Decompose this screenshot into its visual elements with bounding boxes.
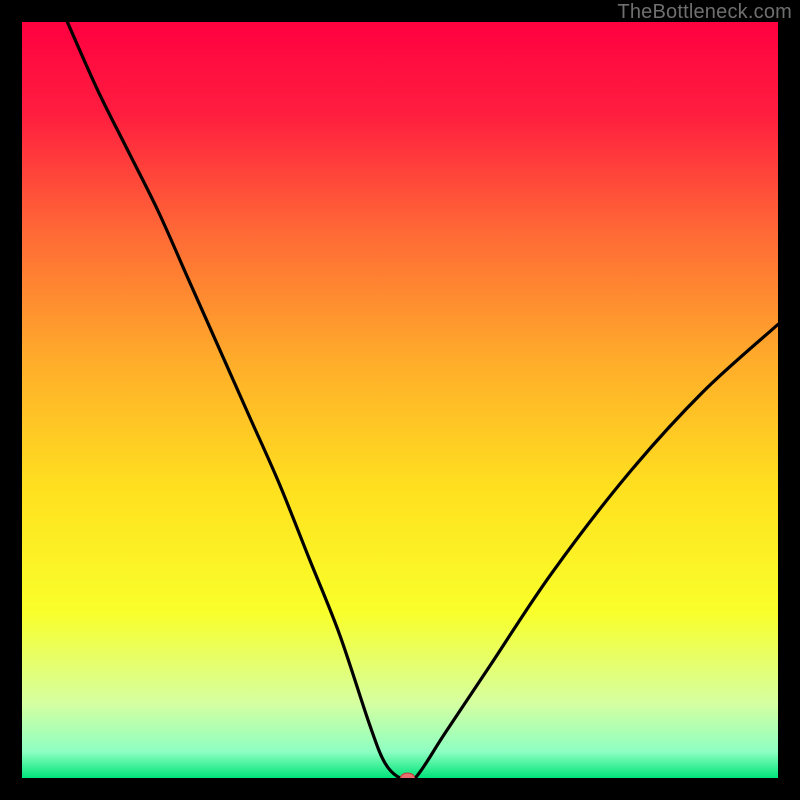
chart-background [22,22,778,778]
plot-area [22,22,778,778]
watermark-text: TheBottleneck.com [617,1,792,24]
chart-svg [22,22,778,778]
chart-container: TheBottleneck.com [0,0,800,800]
